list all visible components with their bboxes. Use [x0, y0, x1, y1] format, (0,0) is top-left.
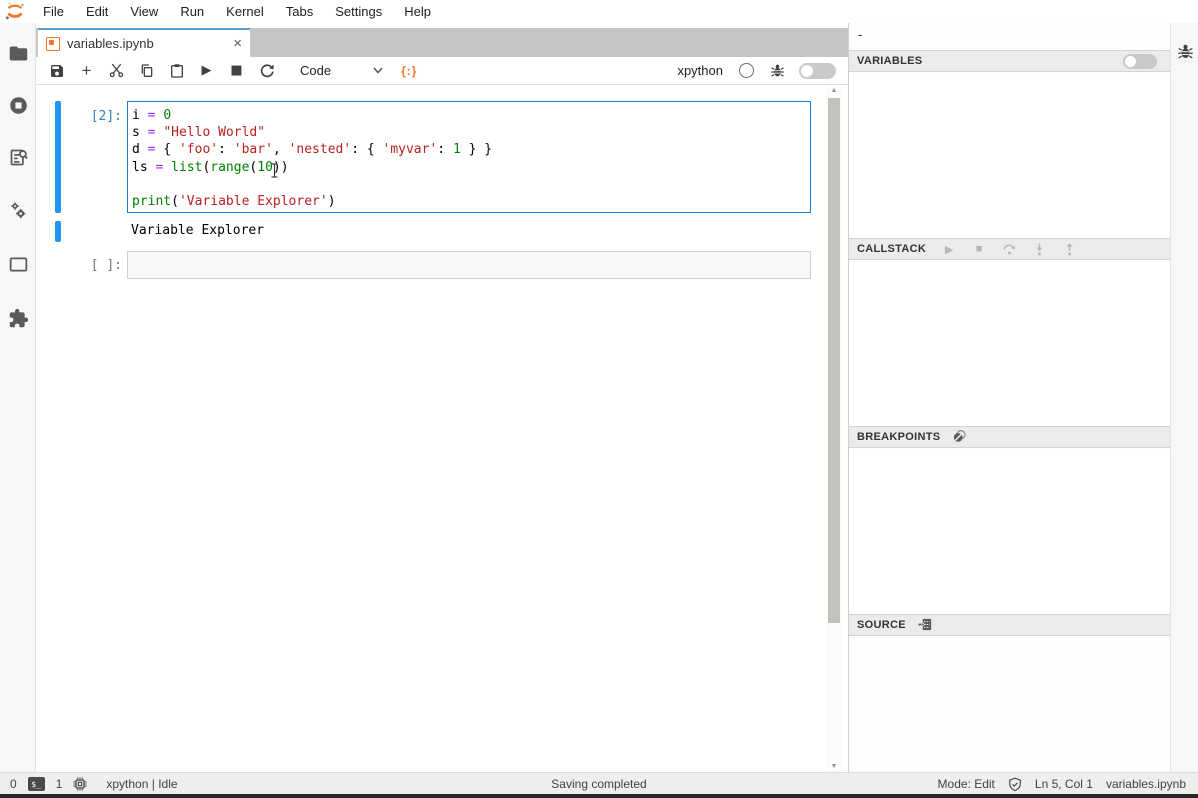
jupyter-logo-icon	[5, 2, 25, 21]
status-bar: 0 $_ 1 xpython | Idle Saving completed M…	[0, 772, 1198, 794]
jupyterlab-window: { "menu_bar": { "items": ["File", "Edit"…	[0, 0, 1198, 798]
cell2-prompt: [ ]:	[74, 258, 122, 273]
saving-status: Saving completed	[551, 777, 646, 791]
cell1-input-collapser[interactable]	[55, 101, 61, 213]
active-file-name: variables.ipynb	[1106, 777, 1186, 791]
debugger-sidebar: - VARIABLES CALLSTACK ▶ ■ BREAKPOINTS	[848, 23, 1170, 772]
menu-item-settings[interactable]: Settings	[324, 0, 393, 23]
breakpoints-body	[849, 449, 1171, 614]
tab-bar: variables.ipynb ×	[36, 28, 848, 57]
notebook-panel: variables.ipynb × + ▶ ■	[36, 23, 848, 772]
cell1-prompt: [2]:	[74, 109, 122, 124]
debug-step-over-icon[interactable]	[1002, 242, 1016, 256]
services-gears-icon[interactable]	[8, 200, 29, 221]
paste-cells-button[interactable]	[168, 62, 185, 79]
copy-cells-button[interactable]	[138, 62, 155, 79]
add-cell-button[interactable]: +	[78, 62, 95, 79]
menu-item-help[interactable]: Help	[393, 0, 442, 23]
restart-kernel-button[interactable]	[258, 62, 275, 79]
cell1-output-collapser[interactable]	[55, 221, 61, 242]
variables-view-toggle[interactable]	[1123, 54, 1157, 69]
property-inspector-icon[interactable]	[8, 254, 29, 275]
debugger-toggle[interactable]	[799, 63, 836, 79]
menu-item-run[interactable]: Run	[169, 0, 215, 23]
scrollbar-up-icon[interactable]: ▲	[826, 87, 842, 94]
remove-all-breakpoints-icon[interactable]	[952, 429, 968, 445]
running-kernels-icon[interactable]	[8, 95, 29, 116]
scrollbar-down-icon[interactable]: ▼	[826, 763, 842, 770]
notebook-scrollbar[interactable]: ▲ ▼	[826, 85, 842, 772]
debug-terminate-button[interactable]: ■	[972, 242, 986, 256]
mode-indicator[interactable]: Mode: Edit	[938, 777, 995, 791]
save-button[interactable]	[48, 62, 65, 79]
chevron-down-icon	[373, 67, 383, 74]
run-cell-button[interactable]: ▶	[198, 62, 215, 79]
toolbar-right: xpython	[677, 63, 836, 79]
debug-step-in-icon[interactable]	[1032, 242, 1046, 256]
toggle-knob	[1125, 56, 1136, 67]
menu-bar: File Edit View Run Kernel Tabs Settings …	[0, 0, 1198, 23]
text-cursor-pointer	[270, 163, 279, 178]
variables-body	[849, 73, 1171, 238]
debug-step-out-icon[interactable]	[1062, 242, 1076, 256]
notebook-file-icon	[46, 37, 60, 51]
notebook-toolbar: + ▶ ■ Code	[36, 57, 848, 85]
debug-continue-button[interactable]: ▶	[942, 242, 956, 256]
kernel-status-icon	[739, 63, 754, 78]
menu-item-edit[interactable]: Edit	[75, 0, 119, 23]
debugger-panel-title: -	[849, 27, 1171, 50]
menu-item-kernel[interactable]: Kernel	[215, 0, 275, 23]
bug-icon	[770, 63, 785, 78]
source-section-header[interactable]: SOURCE	[849, 614, 1171, 636]
tab-close-icon[interactable]: ×	[233, 36, 242, 51]
callstack-label: CALLSTACK	[857, 243, 926, 255]
menu-items: File Edit View Run Kernel Tabs Settings …	[32, 0, 442, 23]
debugger-tab-bug-icon[interactable]	[1177, 43, 1194, 60]
source-label: SOURCE	[857, 619, 906, 631]
cut-cells-button[interactable]	[108, 62, 125, 79]
menu-item-file[interactable]: File	[32, 0, 75, 23]
interrupt-kernel-button[interactable]: ■	[228, 62, 245, 79]
window-bottom-edge	[0, 794, 1198, 798]
toggle-knob	[801, 65, 813, 77]
cell1-output-text: Variable Explorer	[131, 223, 264, 238]
left-sidebar	[0, 23, 36, 772]
tab-variables-ipynb[interactable]: variables.ipynb ×	[38, 28, 250, 57]
variables-section-header[interactable]: VARIABLES	[849, 50, 1171, 72]
status-right: Mode: Edit Ln 5, Col 1 variables.ipynb	[925, 773, 1186, 795]
notebook-content: [2]: i = 0s = "Hello World"d = { 'foo': …	[36, 85, 848, 772]
empty-cell-editor[interactable]	[127, 251, 811, 279]
inspector-icon[interactable]	[8, 147, 29, 168]
extension-manager-icon[interactable]	[8, 308, 29, 329]
scrollbar-thumb[interactable]	[828, 98, 840, 623]
callstack-body	[849, 261, 1171, 426]
cursor-position[interactable]: Ln 5, Col 1	[1035, 777, 1093, 791]
code-editor[interactable]: i = 0s = "Hello World"d = { 'foo': 'bar'…	[127, 101, 811, 213]
breakpoints-label: BREAKPOINTS	[857, 431, 940, 443]
cell-type-dropdown[interactable]: Code	[300, 63, 383, 78]
json-badge-icon: {:}	[401, 64, 417, 78]
right-sidebar	[1170, 23, 1198, 772]
trust-shield-icon	[1008, 777, 1022, 792]
menu-item-view[interactable]: View	[119, 0, 169, 23]
source-body	[849, 637, 1171, 772]
tab-title: variables.ipynb	[67, 36, 227, 51]
cell-type-value: Code	[300, 63, 331, 78]
view-source-icon[interactable]	[918, 617, 934, 633]
file-browser-icon[interactable]	[8, 43, 29, 64]
callstack-section-header[interactable]: CALLSTACK ▶ ■	[849, 238, 1171, 260]
kernel-name-label[interactable]: xpython	[677, 63, 723, 78]
breakpoints-section-header[interactable]: BREAKPOINTS	[849, 426, 1171, 448]
variables-label: VARIABLES	[857, 55, 922, 67]
menu-item-tabs[interactable]: Tabs	[275, 0, 324, 23]
